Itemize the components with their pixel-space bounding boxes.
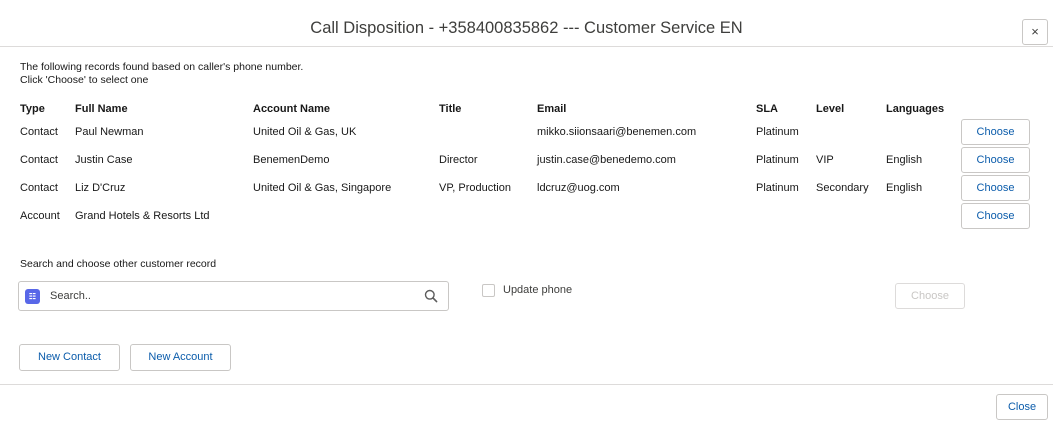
header-languages: Languages bbox=[886, 103, 945, 115]
cell-level: VIP bbox=[816, 154, 834, 166]
choose-button[interactable]: Choose bbox=[961, 175, 1030, 201]
header-level: Level bbox=[816, 103, 845, 115]
cell-type: Account bbox=[20, 210, 60, 222]
intro-line-2: Click 'Choose' to select one bbox=[20, 74, 149, 86]
cell-languages bbox=[886, 202, 961, 230]
table-row: Contact Paul Newman United Oil & Gas, UK… bbox=[20, 118, 1031, 146]
table-header-row: Type Full Name Account Name Title Email … bbox=[20, 100, 1031, 118]
footer-divider bbox=[0, 384, 1053, 385]
new-contact-button[interactable]: New Contact bbox=[19, 344, 120, 371]
cell-action: Choose bbox=[961, 118, 1031, 146]
choose-other-button[interactable]: Choose bbox=[895, 283, 965, 309]
cell-type: Contact bbox=[20, 182, 58, 194]
cell-full-name: Paul Newman bbox=[75, 126, 144, 138]
search-icon[interactable] bbox=[424, 289, 438, 303]
search-placeholder: Search.. bbox=[50, 290, 91, 302]
cell-full-name: Liz D'Cruz bbox=[75, 182, 126, 194]
cell-title: VP, Production bbox=[439, 182, 511, 194]
modal-title: Call Disposition - +358400835862 --- Cus… bbox=[310, 19, 743, 37]
cell-action: Choose bbox=[961, 202, 1031, 230]
cell-sla: Platinum bbox=[756, 154, 799, 166]
cell-email bbox=[537, 202, 756, 230]
header-action bbox=[961, 100, 1031, 118]
modal-header: Call Disposition - +358400835862 --- Cus… bbox=[0, 0, 1053, 47]
close-button[interactable]: Close bbox=[996, 394, 1048, 420]
cell-title bbox=[439, 118, 537, 146]
cell-email: ldcruz@uog.com bbox=[537, 182, 620, 194]
header-sla: SLA bbox=[756, 103, 778, 115]
table-row: Contact Liz D'Cruz United Oil & Gas, Sin… bbox=[20, 174, 1031, 202]
header-title: Title bbox=[439, 103, 462, 115]
choose-button[interactable]: Choose bbox=[961, 119, 1030, 145]
cell-sla bbox=[756, 202, 816, 230]
cell-languages: English bbox=[886, 154, 923, 166]
cell-full-name: Grand Hotels & Resorts Ltd bbox=[75, 210, 210, 222]
cell-email: justin.case@benedemo.com bbox=[537, 154, 676, 166]
cell-full-name: Justin Case bbox=[75, 154, 133, 166]
choose-button[interactable]: Choose bbox=[961, 203, 1030, 229]
header-email: Email bbox=[537, 103, 567, 115]
table-row: Contact Justin Case BenemenDemo Director… bbox=[20, 146, 1031, 174]
cell-account-name: United Oil & Gas, UK bbox=[253, 126, 357, 138]
header-account-name: Account Name bbox=[253, 103, 331, 115]
search-label: Search and choose other customer record bbox=[20, 258, 217, 270]
cell-title: Director bbox=[439, 154, 478, 166]
cell-sla: Platinum bbox=[756, 182, 799, 194]
cell-level bbox=[816, 202, 886, 230]
cell-action: Choose bbox=[961, 174, 1031, 202]
intro-line-1: The following records found based on cal… bbox=[20, 61, 304, 73]
cell-account-name: BenemenDemo bbox=[253, 154, 330, 166]
intro-text: The following records found based on cal… bbox=[20, 61, 303, 87]
cell-sla: Platinum bbox=[756, 126, 799, 138]
cell-level bbox=[816, 118, 886, 146]
cell-languages: English bbox=[886, 182, 923, 194]
new-account-button[interactable]: New Account bbox=[130, 344, 231, 371]
header-type: Type bbox=[20, 103, 45, 115]
cell-type: Contact bbox=[20, 154, 58, 166]
table-row: Account Grand Hotels & Resorts Ltd Choos… bbox=[20, 202, 1031, 230]
cell-action: Choose bbox=[961, 146, 1031, 174]
cell-email: mikko.siionsaari@benemen.com bbox=[537, 126, 697, 138]
update-phone-label: Update phone bbox=[503, 284, 573, 296]
cell-account-name: United Oil & Gas, Singapore bbox=[253, 182, 392, 194]
records-table: Type Full Name Account Name Title Email … bbox=[20, 100, 1031, 230]
cell-languages bbox=[886, 118, 961, 146]
search-input[interactable]: ☷ Search.. bbox=[18, 281, 449, 311]
cell-type: Contact bbox=[20, 126, 58, 138]
cell-level: Secondary bbox=[816, 182, 869, 194]
update-phone-checkbox[interactable] bbox=[482, 284, 495, 297]
close-icon[interactable]: × bbox=[1022, 19, 1048, 45]
contact-icon: ☷ bbox=[25, 289, 40, 304]
choose-button[interactable]: Choose bbox=[961, 147, 1030, 173]
header-full-name: Full Name bbox=[75, 103, 128, 115]
